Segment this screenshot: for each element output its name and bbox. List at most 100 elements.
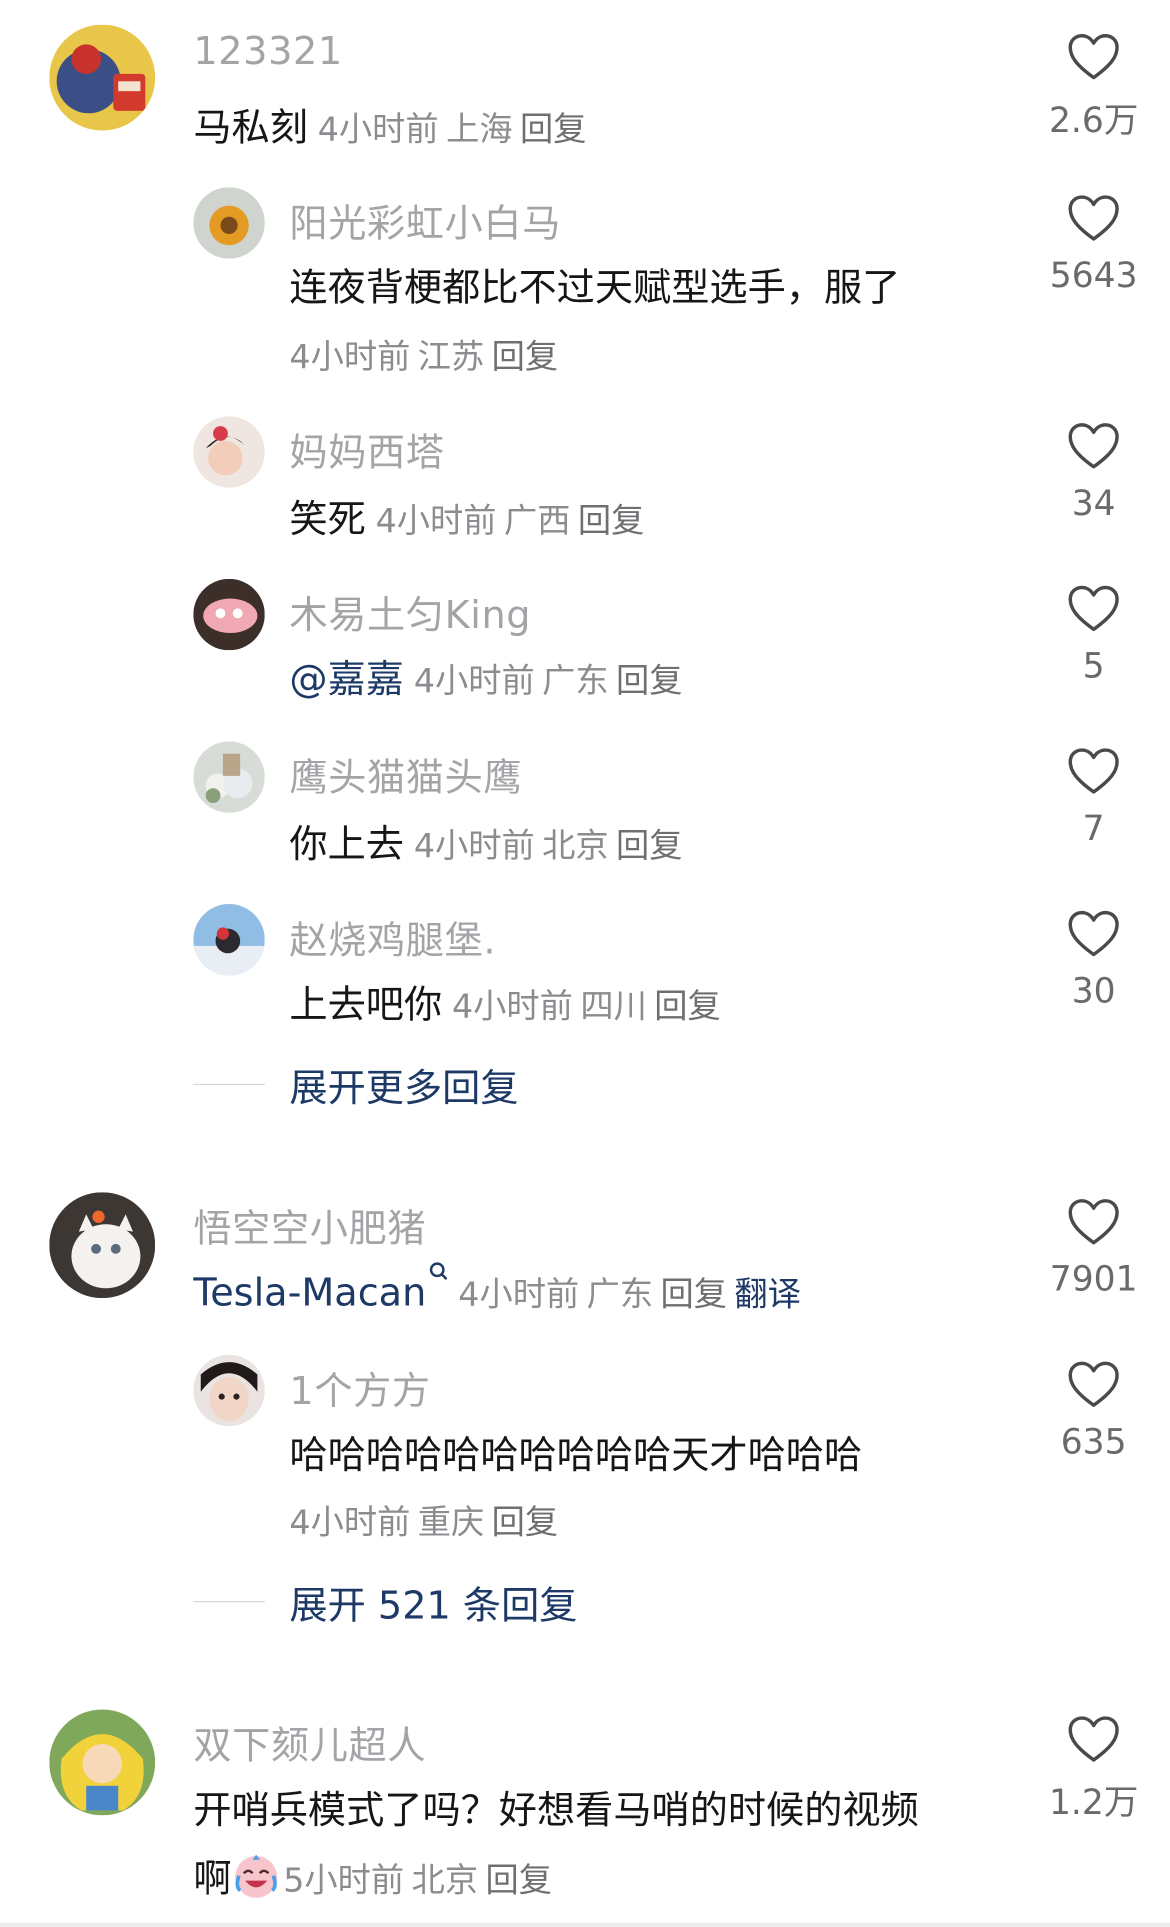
comment-location: 北京 bbox=[411, 1862, 479, 1901]
avatar[interactable] bbox=[49, 1192, 156, 1299]
heart-outline-icon[interactable] bbox=[1067, 1360, 1121, 1409]
comment-location: 四川 bbox=[580, 987, 647, 1026]
comment-body: 上去吧你 4小时前 四川 回复 bbox=[289, 973, 728, 1028]
expand-replies-button[interactable]: 展开 521 条回复 bbox=[193, 1574, 577, 1629]
heart-outline-icon[interactable] bbox=[1067, 909, 1121, 958]
reply-text: 哈哈哈哈哈哈哈哈哈哈天才哈哈哈 bbox=[289, 1433, 863, 1478]
comment-body: 笑死 4小时前 广西 回复 bbox=[289, 488, 651, 543]
avatar[interactable] bbox=[49, 1709, 156, 1816]
comment-location: 重庆 bbox=[417, 1503, 485, 1542]
comment-location: 上海 bbox=[446, 110, 513, 150]
search-icon[interactable] bbox=[429, 1261, 449, 1283]
heart-outline-icon[interactable] bbox=[1067, 193, 1121, 242]
comment-body: 你上去 4小时前 北京 回复 bbox=[289, 813, 690, 868]
reply-button[interactable]: 回复 bbox=[654, 988, 721, 1026]
avatar[interactable] bbox=[193, 416, 265, 488]
crying-laugh-emoji bbox=[235, 1854, 278, 1898]
heart-outline-icon[interactable] bbox=[1067, 746, 1121, 795]
reply-button[interactable]: 回复 bbox=[492, 339, 559, 377]
comment-time: 4小时前 bbox=[289, 338, 411, 377]
mention-link[interactable]: @嘉嘉 bbox=[289, 658, 404, 702]
comment-meta: 4小时前 江苏 回复 bbox=[289, 330, 565, 378]
comment-location: 广东 bbox=[542, 662, 609, 701]
comment-time: 4小时前 bbox=[413, 662, 535, 701]
comment-meta: 4小时前 上海 回复 bbox=[318, 111, 594, 149]
username[interactable]: 赵烧鸡腿堡. bbox=[289, 909, 496, 964]
like-button[interactable]: 5643 bbox=[1032, 193, 1155, 296]
username[interactable]: 妈妈西塔 bbox=[289, 421, 444, 476]
username[interactable]: 悟空空小肥猪 bbox=[193, 1197, 426, 1252]
expand-replies-button[interactable]: 展开更多回复 bbox=[193, 1057, 519, 1112]
comment-text: 马私刻 bbox=[193, 105, 308, 151]
reply-button[interactable]: 回复 bbox=[485, 1862, 552, 1900]
like-count: 1.2万 bbox=[1048, 1782, 1139, 1823]
like-count: 635 bbox=[1060, 1421, 1127, 1462]
username[interactable]: 双下颏儿超人 bbox=[193, 1714, 426, 1769]
comment-body: @嘉嘉 4小时前 广东 回复 bbox=[289, 648, 690, 703]
comment-list: 123321 马私刻 4小时前 上海 回复 2.6万 阳光彩虹小白马 连夜背梗都比不过… bbox=[0, 0, 1170, 1927]
comment-body: 马私刻 4小时前 上海 回复 bbox=[193, 96, 594, 151]
divider bbox=[193, 1601, 265, 1603]
like-button[interactable]: 2.6万 bbox=[1032, 32, 1155, 143]
avatar[interactable] bbox=[193, 578, 265, 651]
like-count: 7 bbox=[1082, 807, 1105, 849]
comment-time: 5小时前 bbox=[283, 1862, 405, 1901]
like-button[interactable]: 5 bbox=[1032, 584, 1155, 686]
comment-body: Tesla-Macan 4小时前 广东 回复 翻译 bbox=[193, 1261, 808, 1315]
reply-button[interactable]: 回复 bbox=[578, 502, 645, 540]
comment-time: 4小时前 bbox=[375, 502, 497, 541]
like-button[interactable]: 30 bbox=[1032, 909, 1155, 1011]
comment-time: 4小时前 bbox=[413, 827, 535, 866]
avatar[interactable] bbox=[49, 24, 156, 131]
comment-time: 4小时前 bbox=[458, 1275, 580, 1315]
heart-outline-icon[interactable] bbox=[1067, 32, 1121, 81]
comment-meta: 4小时前 重庆 回复 bbox=[289, 1495, 565, 1543]
like-count: 7901 bbox=[1049, 1258, 1138, 1300]
reply-button[interactable]: 回复 bbox=[492, 1504, 559, 1542]
comment-time: 4小时前 bbox=[289, 1503, 411, 1542]
avatar[interactable] bbox=[193, 1354, 265, 1427]
comment-body: 啊 5小时前 北京 回复 bbox=[193, 1847, 559, 1902]
avatar[interactable] bbox=[193, 187, 265, 259]
reply-text: 笑死 bbox=[289, 497, 366, 542]
avatar[interactable] bbox=[193, 741, 265, 813]
username[interactable]: 阳光彩虹小白马 bbox=[289, 192, 561, 247]
heart-outline-icon[interactable] bbox=[1067, 421, 1121, 470]
comment-time: 4小时前 bbox=[451, 987, 573, 1026]
avatar[interactable] bbox=[193, 903, 265, 976]
reply-button[interactable]: 回复 bbox=[520, 111, 587, 149]
like-button[interactable]: 635 bbox=[1032, 1360, 1155, 1462]
comment-location: 广东 bbox=[586, 1275, 654, 1315]
heart-outline-icon[interactable] bbox=[1067, 584, 1121, 633]
reply-button[interactable]: 回复 bbox=[616, 663, 683, 701]
divider bbox=[193, 1083, 265, 1086]
username[interactable]: 1个方方 bbox=[289, 1360, 430, 1415]
bottom-divider bbox=[0, 1922, 1170, 1927]
heart-outline-icon[interactable] bbox=[1067, 1714, 1121, 1763]
reply-text: 上去吧你 bbox=[289, 982, 443, 1028]
comment-text-line-2: 啊 bbox=[193, 1857, 232, 1902]
reply-text: 你上去 bbox=[289, 822, 404, 868]
like-button[interactable]: 7 bbox=[1032, 746, 1155, 849]
username[interactable]: 木易土匀King bbox=[289, 584, 531, 639]
comment-time: 4小时前 bbox=[317, 110, 439, 150]
username[interactable]: 123321 bbox=[193, 30, 342, 74]
like-count: 5643 bbox=[1049, 254, 1138, 296]
heart-outline-icon[interactable] bbox=[1067, 1197, 1121, 1246]
expand-replies-label[interactable]: 展开更多回复 bbox=[289, 1067, 518, 1111]
comment-location: 广西 bbox=[503, 502, 571, 541]
like-button[interactable]: 7901 bbox=[1032, 1197, 1155, 1299]
username[interactable]: 鹰头猫猫头鹰 bbox=[289, 746, 522, 801]
like-count: 5 bbox=[1082, 645, 1105, 687]
reply-button[interactable]: 回复 bbox=[661, 1276, 728, 1314]
comment-text-line-1: 开哨兵模式了吗？好想看马哨的时候的视频 bbox=[193, 1788, 919, 1833]
reply-text: 连夜背梗都比不过天赋型选手，服了 bbox=[289, 266, 901, 311]
comment-location: 北京 bbox=[542, 827, 609, 866]
reply-button[interactable]: 回复 bbox=[616, 828, 683, 866]
like-button[interactable]: 1.2万 bbox=[1032, 1714, 1155, 1825]
expand-replies-label[interactable]: 展开 521 条回复 bbox=[289, 1584, 577, 1628]
translate-button[interactable]: 翻译 bbox=[734, 1276, 801, 1314]
like-button[interactable]: 34 bbox=[1032, 421, 1155, 523]
like-count: 2.6万 bbox=[1048, 99, 1139, 141]
mention-link[interactable]: Tesla-Macan bbox=[193, 1271, 426, 1315]
